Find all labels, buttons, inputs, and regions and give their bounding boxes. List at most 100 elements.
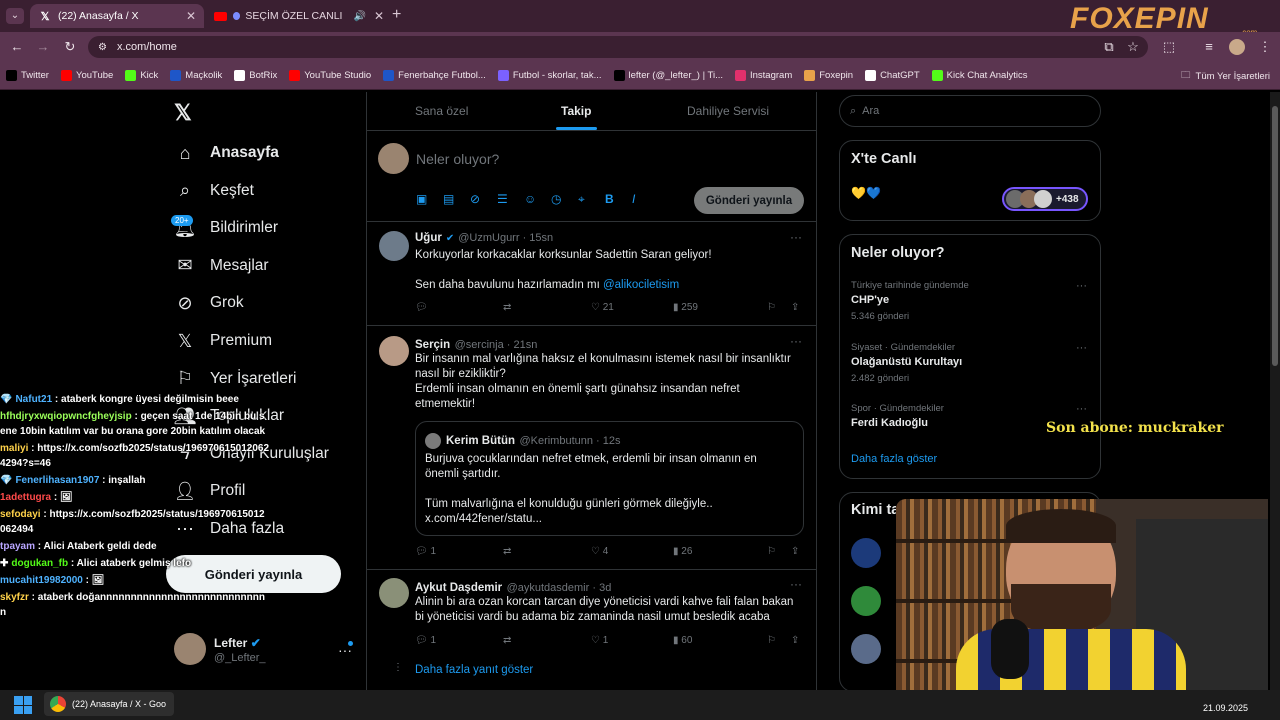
share-icon[interactable]: ⇪ — [791, 302, 799, 313]
browser-tab-active[interactable]: 𝕏 (22) Anasayfa / X ✕ — [30, 4, 204, 28]
close-tab-icon[interactable]: ✕ — [186, 9, 196, 23]
speaker-icon[interactable]: 🔊 — [353, 11, 365, 22]
composer-post-button[interactable]: Gönderi yayınla — [694, 187, 804, 214]
new-tab-button[interactable]: + — [392, 6, 401, 24]
tweet-more-icon[interactable]: ··· — [790, 230, 802, 244]
tab-search-button[interactable]: ⌄ — [6, 8, 24, 24]
bookmark-item[interactable]: Instagram — [735, 70, 792, 81]
tweet-avatar[interactable] — [379, 231, 409, 261]
account-name[interactable]: Lefter ✔ — [214, 636, 261, 650]
views-icon[interactable]: ▮ 26 — [673, 546, 767, 557]
star-icon[interactable]: ☆ — [1124, 38, 1142, 56]
views-icon[interactable]: ▮ 259 — [673, 302, 767, 313]
bookmark-item[interactable]: ChatGPT — [865, 70, 920, 81]
italic-icon[interactable]: I — [632, 192, 659, 207]
bookmark-icon[interactable]: ⚐ — [767, 302, 791, 313]
menu-icon[interactable]: ⋮ — [1256, 38, 1274, 56]
bold-icon[interactable]: B — [605, 192, 632, 207]
views-icon[interactable]: ▮ 60 — [673, 635, 767, 646]
bookmark-icon[interactable]: ⚐ — [767, 546, 791, 557]
poll-icon[interactable]: ☰ — [497, 192, 524, 207]
trend-name[interactable]: Ferdi Kadıoğlu — [851, 417, 928, 429]
like-icon[interactable]: ♡ 1 — [591, 635, 673, 646]
tab-dahiliye[interactable]: Dahiliye Servisi — [687, 104, 769, 118]
bookmark-item[interactable]: YouTube Studio — [289, 70, 371, 81]
windows-start-icon[interactable] — [14, 696, 32, 714]
forward-icon[interactable]: → — [34, 38, 52, 56]
trend-more-icon[interactable]: ··· — [1076, 280, 1087, 292]
like-icon[interactable]: ♡ 4 — [591, 546, 673, 557]
sidebar-item-ke-fet[interactable]: ⌕ Keşfet — [174, 180, 254, 202]
sidebar-item-premium[interactable]: 𝕏 Premium — [174, 330, 272, 352]
install-app-icon[interactable]: ⧉ — [1100, 38, 1118, 56]
tweet-avatar[interactable] — [379, 336, 409, 366]
suggested-avatar[interactable] — [851, 586, 881, 616]
browser-tab[interactable]: SEÇİM ÖZEL CANLI | Ku 🔊 ✕ — [206, 4, 384, 28]
reply-icon[interactable]: 💬︎ 1 — [415, 635, 503, 646]
bookmark-item[interactable]: YouTube — [60, 70, 113, 81]
retweet-icon[interactable]: ⇄ — [503, 635, 591, 646]
tweet-avatar[interactable] — [379, 578, 409, 608]
search-input[interactable]: ⌕ Ara — [839, 95, 1101, 127]
suggested-avatar[interactable] — [851, 538, 881, 568]
extensions-icon[interactable]: ⬚ — [1160, 38, 1178, 56]
trend-name[interactable]: CHP'ye — [851, 294, 889, 306]
trend-more-icon[interactable]: ··· — [1076, 342, 1087, 354]
reload-icon[interactable]: ↻ — [61, 38, 79, 56]
media-icon[interactable]: ≡ — [1200, 38, 1218, 56]
tweet-more-icon[interactable]: ··· — [790, 577, 802, 591]
scrollbar-thumb[interactable] — [1272, 106, 1278, 366]
share-icon[interactable]: ⇪ — [791, 546, 799, 557]
tab-following[interactable]: Takip — [561, 104, 591, 118]
media-icon[interactable]: ▣ — [416, 192, 443, 207]
x-logo-icon[interactable]: 𝕏 — [174, 100, 192, 126]
taskbar-chrome-app[interactable]: (22) Anasayfa / X - Goo — [44, 692, 174, 716]
retweet-icon[interactable]: ⇄ — [503, 546, 591, 557]
gif-icon[interactable]: ▤ — [443, 192, 470, 207]
tweet-more-icon[interactable]: ··· — [790, 334, 802, 348]
bookmark-item[interactable]: Maçkolik — [170, 70, 222, 81]
sidebar-item-mesajlar[interactable]: ✉ Mesajlar — [174, 255, 268, 277]
sidebar-item-grok[interactable]: ⊘ Grok — [174, 292, 243, 314]
live-spaces-pill[interactable]: +438 — [1002, 187, 1088, 211]
chat-message: 💎 Fenerlihasan1907 : inşallah — [0, 473, 270, 488]
reply-icon[interactable]: 💬︎ 1 — [415, 546, 503, 557]
scrollbar[interactable] — [1270, 92, 1280, 690]
composer-input[interactable]: Neler oluyor? — [416, 151, 499, 167]
all-bookmarks-folder[interactable]: 🗀 Tüm Yer İşaretleri — [1181, 62, 1270, 90]
bookmark-item[interactable]: BotRix — [234, 70, 277, 81]
bookmark-item[interactable]: Kick Chat Analytics — [931, 70, 1027, 81]
suggested-avatar[interactable] — [851, 634, 881, 664]
bookmark-icon[interactable]: ⚐ — [767, 635, 791, 646]
sidebar-item-yer-i-aretleri[interactable]: ⚐ Yer İşaretleri — [174, 368, 297, 390]
close-tab-icon[interactable]: ✕ — [374, 9, 384, 23]
bookmark-item[interactable]: lefter (@_lefter_) | Ti... — [613, 70, 723, 81]
retweet-icon[interactable]: ⇄ — [503, 302, 591, 313]
bookmark-item[interactable]: Futbol - skorlar, tak... — [497, 70, 602, 81]
profile-avatar[interactable] — [1229, 39, 1245, 55]
bookmark-item[interactable]: Foxepin — [804, 70, 853, 81]
like-icon[interactable]: ♡ 21 — [591, 302, 673, 313]
share-icon[interactable]: ⇪ — [791, 635, 799, 646]
bookmark-item[interactable]: Fenerbahçe Futbol... — [383, 70, 486, 81]
grok-icon[interactable]: ⊘ — [470, 192, 497, 207]
emoji-icon[interactable]: ☺ — [524, 192, 551, 207]
address-bar[interactable]: ⚙ x.com/home — [88, 36, 1148, 58]
schedule-icon[interactable]: ◷ — [551, 192, 578, 207]
tab-for-you[interactable]: Sana özel — [415, 104, 468, 118]
mention-link[interactable]: @alikociletisim — [603, 279, 679, 291]
chat-message: sefodayi : https://x.com/sozfb2025/statu… — [0, 507, 270, 537]
account-avatar[interactable] — [174, 633, 206, 665]
reply-icon[interactable]: 💬︎ — [415, 302, 503, 313]
trend-more-icon[interactable]: ··· — [1076, 403, 1087, 415]
show-more-replies-link[interactable]: Daha fazla yanıt göster — [415, 664, 533, 676]
quote-link[interactable]: x.com/442fener/statu... — [425, 512, 795, 527]
show-more-link[interactable]: Daha fazla göster — [851, 453, 937, 465]
sidebar-item-anasayfa[interactable]: ⌂ Anasayfa — [174, 142, 279, 164]
bookmark-item[interactable]: Kick — [125, 70, 158, 81]
back-icon[interactable]: ← — [8, 38, 26, 56]
trend-name[interactable]: Olağanüstü Kurultayı — [851, 356, 962, 368]
location-icon[interactable]: ⌖ — [578, 192, 605, 207]
site-info-icon[interactable]: ⚙ — [98, 42, 107, 53]
bookmark-item[interactable]: Twitter — [6, 70, 49, 81]
